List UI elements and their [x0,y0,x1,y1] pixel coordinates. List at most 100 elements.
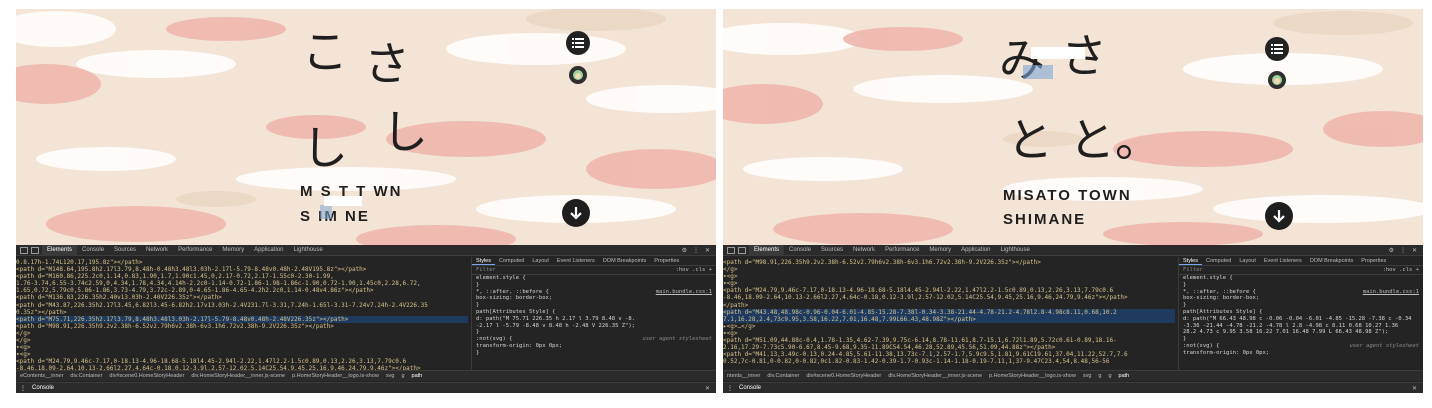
dom-node-line[interactable]: <path d="M24.79,9.46c-7.17,0-18.13-4.96-… [16,358,468,365]
style-rule-line[interactable]: } [472,302,716,309]
style-rule-line[interactable]: } [472,329,716,336]
tab-network[interactable]: Network [848,247,880,253]
tab-network[interactable]: Network [141,247,173,253]
style-rule-line[interactable]: element.style { [472,275,716,282]
elements-tree[interactable]: 0.8.17h-1.74L120.17,195.8z"></path> <pat… [16,257,468,370]
breadcrumb-item[interactable]: path [412,373,423,379]
tab-memory[interactable]: Memory [217,247,249,253]
dom-node-line[interactable]: <path d="M24.79,9.46c-7.17,0-18.13-4.96-… [723,287,1175,294]
style-rule-line[interactable]: box-sizing: border-box; [1179,295,1423,302]
style-rule-line[interactable]: } [1179,282,1423,289]
console-drawer-tab[interactable]: Console [32,385,54,391]
elements-tree[interactable]: <path d="M98.91,226.35h9.2v2.38h-6.52v2.… [723,257,1175,370]
dom-node-line[interactable]: </g> [16,337,468,344]
menu-button[interactable] [1265,37,1289,61]
device-toggle-icon[interactable] [738,246,746,254]
dom-node-line[interactable]: </g> [16,330,468,337]
tab-console[interactable]: Console [784,247,816,253]
dom-node-line[interactable]: <path d="M75.71,226.35h2.17l3.79,8.48h3.… [16,315,468,323]
breadcrumb-item[interactable]: div.Container [767,373,799,379]
dom-node-line[interactable]: 0.35z"></path> [16,309,468,316]
style-rule-line[interactable]: } [1179,302,1423,309]
tab-computed[interactable]: Computed [1202,258,1235,264]
tab-computed[interactable]: Computed [495,258,528,264]
dom-node-line[interactable]: ▾<g> [723,280,1175,287]
tab-console[interactable]: Console [77,247,109,253]
style-rule-line[interactable]: path[Attributes Style] { [1179,309,1423,316]
breadcrumb-item[interactable]: g [1098,373,1101,379]
close-devtools-icon[interactable]: ✕ [705,247,710,254]
close-devtools-icon[interactable]: ✕ [1412,247,1417,254]
tab-performance[interactable]: Performance [880,247,924,253]
dom-node-line[interactable]: -8.46,18.09-2.64,10.13-2.66l2.27,4.64c-0… [723,294,1175,301]
breadcrumb-item[interactable]: p.HomeStoryHeader__logo.is-show [989,373,1076,379]
style-rule-line[interactable]: -3.36 -21.44 -4.78 -21.2 -4.78 l 2.8 -4.… [1179,323,1423,330]
dom-node-line[interactable]: 7.1,16.28,2.4,73c9.95,3.58,16.22,7.01,16… [723,315,1175,323]
inspect-icon[interactable] [727,246,735,254]
breadcrumb-item[interactable]: p.HomeStoryHeader__logo.is-show [292,373,379,379]
more-icon[interactable]: ⋮ [20,385,26,392]
tab-styles[interactable]: Styles [472,258,495,265]
device-toggle-icon[interactable] [31,246,39,254]
dom-node-line[interactable]: 0.52,7c-0.81,0-0.82,0-0.82,0c1.82-0.83-1… [723,358,1175,365]
style-rule-line[interactable]: path[Attributes Style] { [472,309,716,316]
breadcrumb-item[interactable]: div.HomeStoryHeader__inner.js-scene [888,373,982,379]
style-rule-line[interactable]: } [1179,336,1423,343]
tab-elements[interactable]: Elements [42,244,78,256]
close-drawer-icon[interactable]: ✕ [1412,385,1417,392]
settings-gear-icon[interactable]: ⚙ [682,247,687,254]
breadcrumb-item[interactable]: path [1119,373,1130,379]
tab-event-listeners[interactable]: Event Listeners [1260,258,1306,264]
breadcrumb-item[interactable]: g [1108,373,1111,379]
dom-node-line[interactable]: ▾<g> [723,273,1175,280]
dom-node-line[interactable]: </g> [723,266,1175,273]
breadcrumb-item[interactable]: div.Container [70,373,102,379]
settings-gear-icon[interactable]: ⚙ [1389,247,1394,254]
scroll-down-button[interactable] [1265,202,1293,230]
tab-layout[interactable]: Layout [1235,258,1260,264]
tab-styles[interactable]: Styles [1179,258,1202,265]
tab-lighthouse[interactable]: Lighthouse [288,247,327,253]
tab-event-listeners[interactable]: Event Listeners [553,258,599,264]
tab-elements[interactable]: Elements [749,244,785,256]
more-icon[interactable]: ⋮ [727,385,733,392]
dom-node-line[interactable]: 0.8.17h-1.74L120.17,195.8z"></path> [16,259,468,266]
breadcrumb-item[interactable]: svg [386,373,395,379]
style-rule-line[interactable]: transform-origin: 0px 0px; [1179,350,1423,357]
breadcrumb-item[interactable]: div.HomeStoryHeader__inner.js-scene [191,373,285,379]
close-drawer-icon[interactable]: ✕ [705,385,710,392]
dom-node-line[interactable]: <path d="M41.13,3.49c-0.13,0.24-4.85,5.6… [723,351,1175,358]
styles-filter-input[interactable]: Filter [476,267,496,273]
dom-node-line[interactable]: </path> [723,302,1175,309]
dom-node-line[interactable]: <path d="M98.91,226.35h9.2v2.38h-6.52v2.… [16,323,468,330]
tab-sources[interactable]: Sources [816,247,848,253]
tab-layout[interactable]: Layout [528,258,553,264]
dom-node-line[interactable]: 1.65,0.72,5.79c0,5.86-1.86,3.73-4.79,3.7… [16,287,468,294]
character-icon[interactable] [569,66,587,84]
style-rule-line[interactable]: 28.2 4.73 c 9.95 3.58 16.22 7.01 16.48 7… [1179,329,1423,336]
scroll-down-button[interactable] [562,199,590,227]
style-rule-line[interactable]: } [472,282,716,289]
dom-node-line[interactable]: <path d="M160.86,225.2c0,1.14,0.83,1.90,… [16,273,468,280]
style-rule-line[interactable]: } [472,350,716,357]
dom-node-line[interactable]: <path d="M43.87,226.35h2.17l3.45,6.82l3.… [16,302,468,309]
tab-memory[interactable]: Memory [924,247,956,253]
style-rule-line[interactable]: d: path("M 75.71 226.35 h 2.17 l 3.79 8.… [472,316,716,323]
breadcrumb-item[interactable]: div#scene0.HomeStoryHeader [109,373,184,379]
breadcrumb-item[interactable]: eContents__inner [20,373,63,379]
styles-filter-controls[interactable]: :hov .cls + [1383,267,1419,273]
dom-node-line[interactable]: ▾<g> [723,330,1175,337]
style-rule-line[interactable]: user agent stylesheet:not(svg) { [472,336,716,343]
style-rule-line[interactable]: user agent stylesheet:not(svg) { [1179,343,1423,350]
tab-lighthouse[interactable]: Lighthouse [995,247,1034,253]
breadcrumb-item[interactable]: svg [1083,373,1092,379]
style-rule-line[interactable]: -2.17 l -5.79 -8.48 v 8.48 h -2.48 V 226… [472,323,716,330]
inspect-icon[interactable] [20,246,28,254]
style-rule-line[interactable]: main.bundle.css:1 *, ::after, ::before { [472,289,716,296]
more-options-icon[interactable]: ⋮ [1400,247,1406,254]
tab-dom-breakpoints[interactable]: DOM Breakpoints [599,258,650,264]
style-rule-line[interactable]: box-sizing: border-box; [472,295,716,302]
dom-node-line[interactable]: 1.76-3.74,6.55-3.74c2.59,0,4.34,1.78,4.3… [16,280,468,287]
stylesheet-source-link[interactable]: main.bundle.css:1 [656,289,712,296]
breadcrumb-item[interactable]: ntents__inner [727,373,760,379]
